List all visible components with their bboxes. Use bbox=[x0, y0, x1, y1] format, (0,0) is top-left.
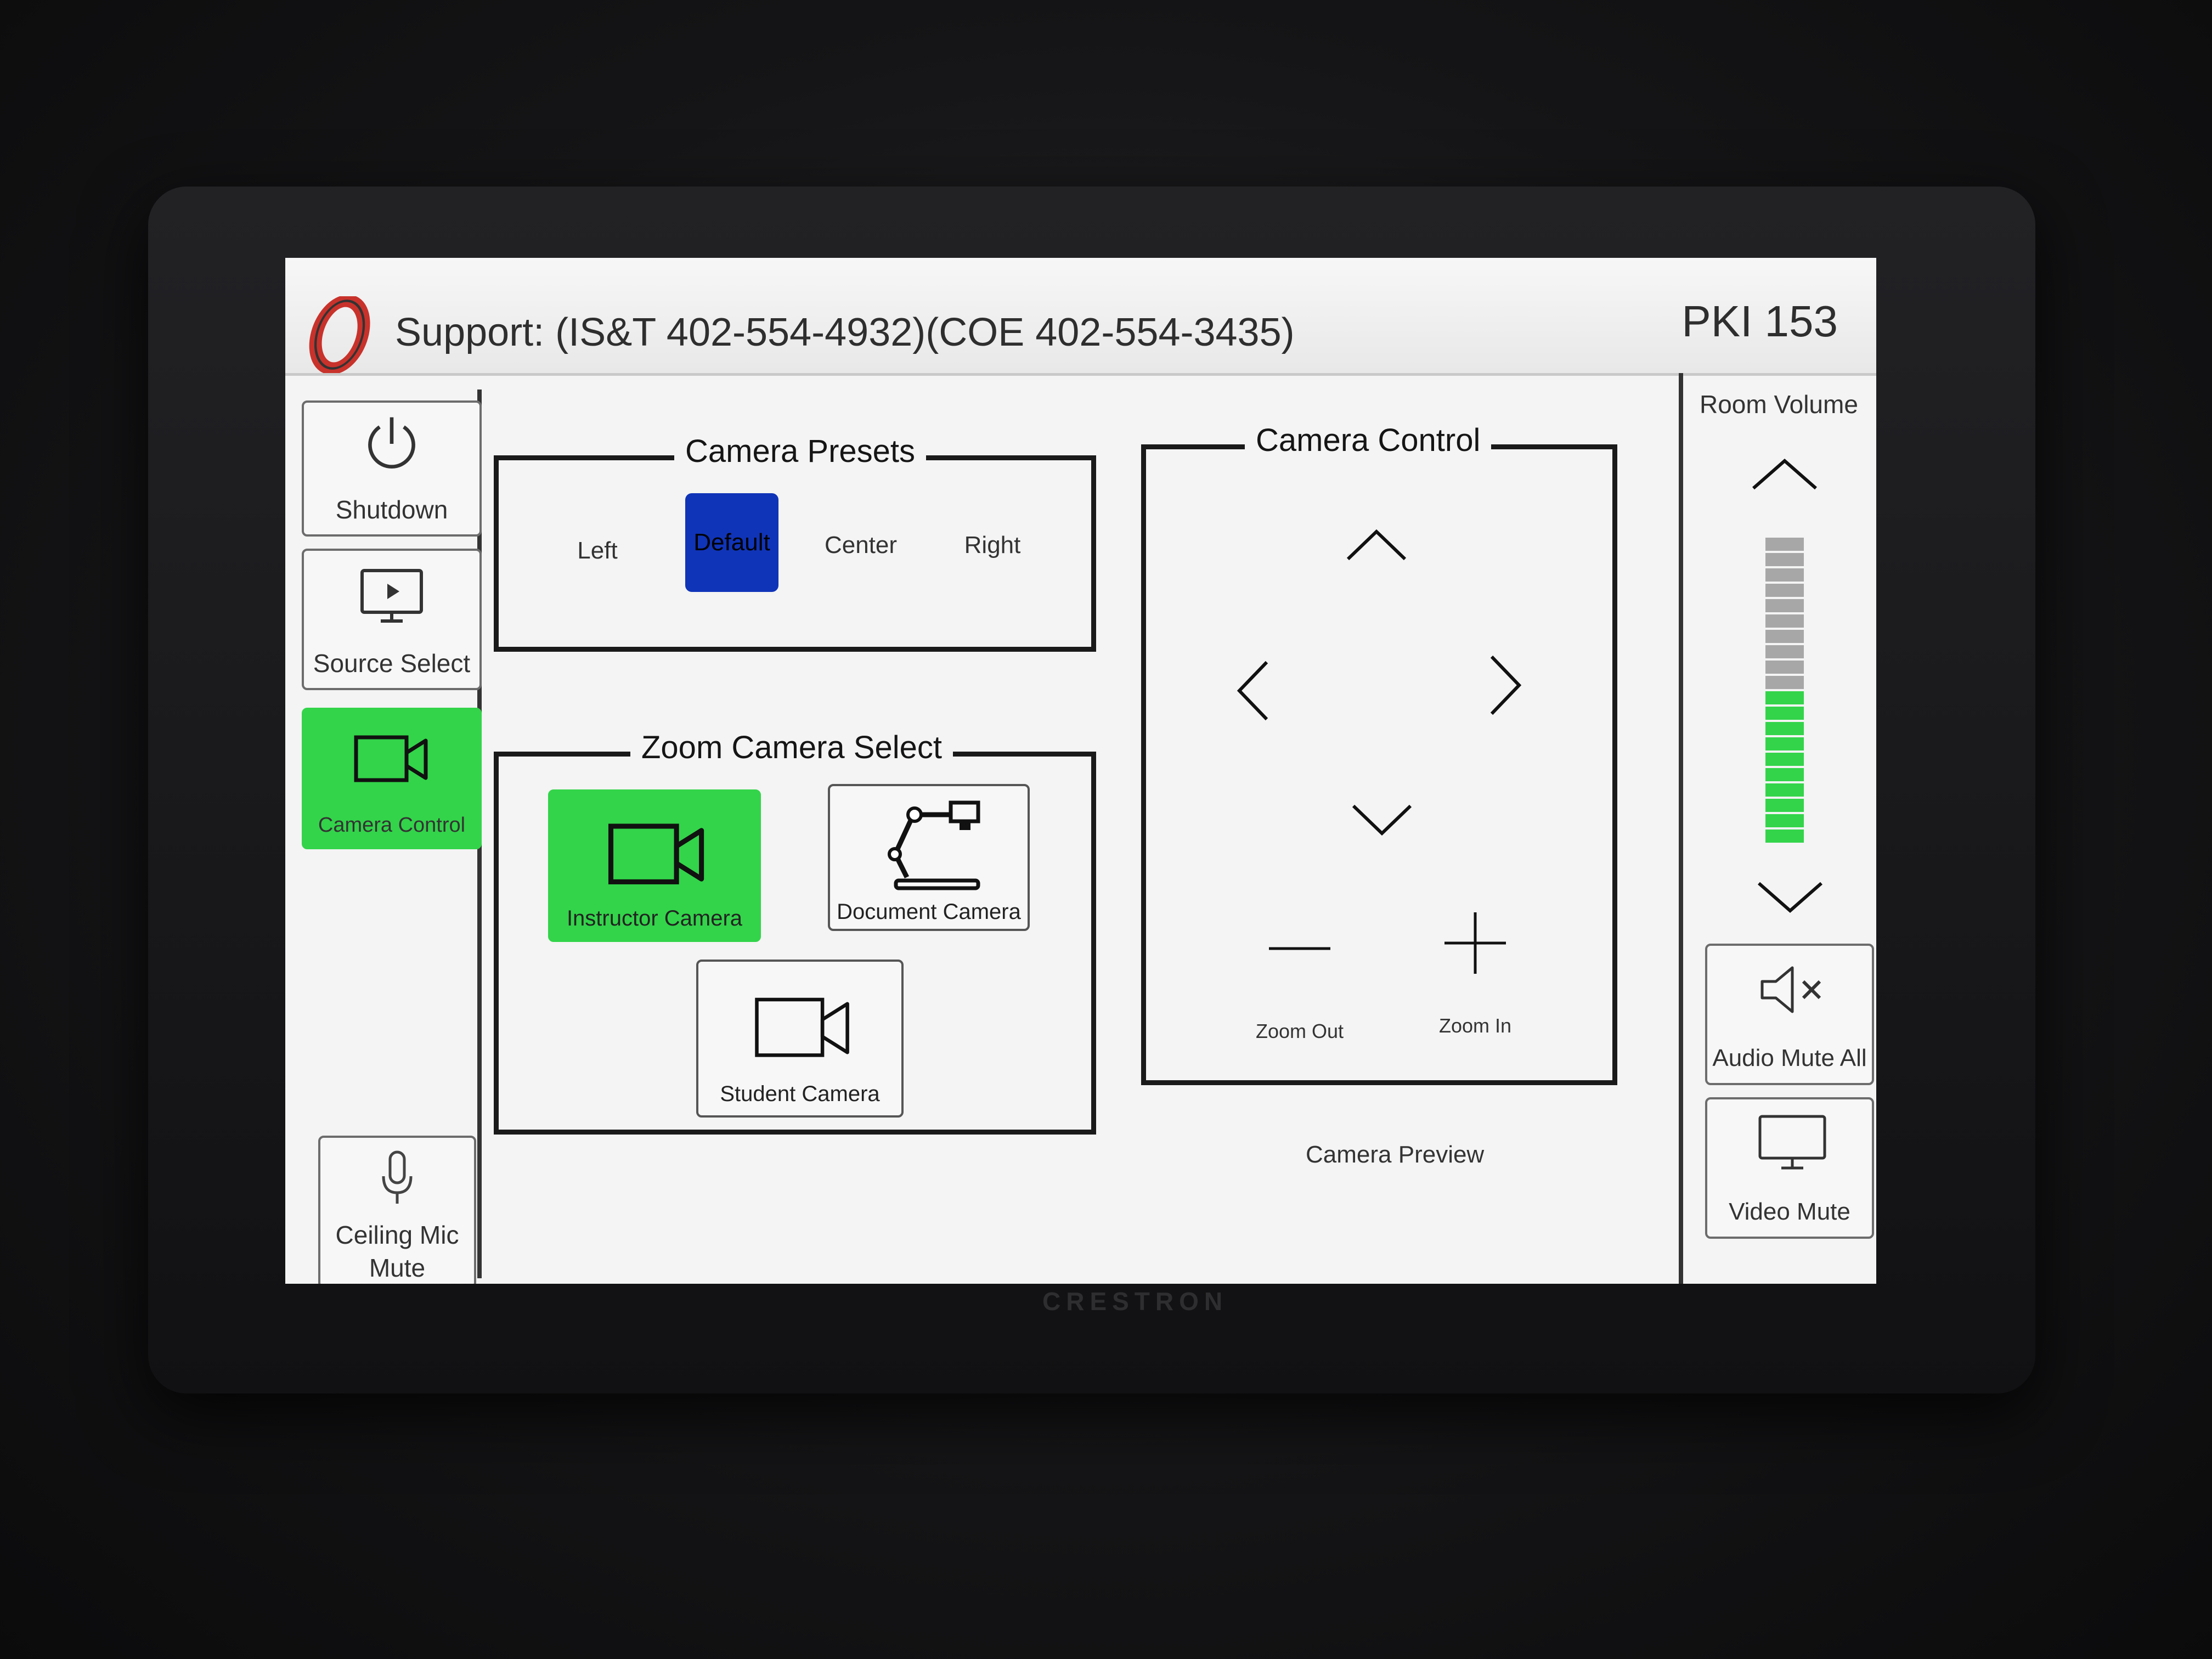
room-volume-title: Room Volume bbox=[1700, 390, 1858, 419]
preset-center-button[interactable]: Center bbox=[806, 532, 916, 559]
zoom-camera-select-title: Zoom Camera Select bbox=[630, 729, 953, 766]
camera-control-title: Camera Control bbox=[1245, 422, 1492, 459]
volume-up-button[interactable] bbox=[1749, 455, 1820, 494]
instructor-camera-button[interactable]: Instructor Camera bbox=[548, 789, 761, 942]
pan-down-button[interactable] bbox=[1349, 800, 1415, 839]
zoom-in-button[interactable] bbox=[1442, 910, 1508, 976]
touch-screen: Support: (IS&T 402-554-4932)(COE 402-554… bbox=[285, 258, 1876, 1284]
shutdown-button[interactable]: Shutdown bbox=[302, 400, 482, 537]
microphone-icon bbox=[382, 1150, 413, 1204]
power-icon bbox=[368, 417, 415, 469]
volume-segment bbox=[1765, 553, 1804, 566]
volume-segment bbox=[1765, 691, 1804, 704]
main-panel: Camera Presets Left Default Center Right… bbox=[483, 390, 1673, 1284]
volume-down-button[interactable] bbox=[1754, 878, 1826, 916]
source-select-button[interactable]: Source Select bbox=[302, 549, 482, 690]
university-logo-icon bbox=[309, 296, 370, 373]
volume-segment bbox=[1765, 783, 1804, 797]
volume-segment bbox=[1765, 630, 1804, 643]
monitor-play-icon bbox=[360, 569, 423, 623]
camera-presets-title: Camera Presets bbox=[674, 433, 927, 470]
volume-segment bbox=[1765, 830, 1804, 843]
camera-preview-label: Camera Preview bbox=[1306, 1141, 1485, 1168]
volume-segment bbox=[1765, 707, 1804, 720]
volume-segment bbox=[1765, 737, 1804, 751]
zoom-in-label: Zoom In bbox=[1438, 1014, 1512, 1037]
video-mute-label: Video Mute bbox=[1729, 1198, 1850, 1225]
camera-control-button[interactable]: Camera Control bbox=[302, 708, 482, 849]
header-bar: Support: (IS&T 402-554-4932)(COE 402-554… bbox=[285, 258, 1876, 376]
preset-default-button[interactable]: Default bbox=[685, 493, 778, 592]
support-contact-text: Support: (IS&T 402-554-4932)(COE 402-554… bbox=[395, 311, 1295, 354]
student-camera-button[interactable]: Student Camera bbox=[696, 960, 904, 1118]
speaker-mute-icon bbox=[1760, 966, 1821, 1013]
volume-segment bbox=[1765, 584, 1804, 597]
instructor-camera-label: Instructor Camera bbox=[566, 906, 743, 930]
camera-control-group: Camera Control Zoom Out Zoom In bbox=[1141, 422, 1617, 1085]
volume-segment bbox=[1765, 768, 1804, 781]
volume-segment bbox=[1765, 799, 1804, 812]
audio-mute-all-button[interactable]: Audio Mute All bbox=[1705, 944, 1874, 1085]
sidebar: Shutdown Source Select Camera Control Ce… bbox=[291, 390, 482, 1284]
volume-panel: Room Volume Audio Mute All Video Mute bbox=[1679, 373, 1876, 1284]
volume-segment bbox=[1765, 753, 1804, 766]
preset-left-button[interactable]: Left bbox=[543, 537, 652, 565]
volume-segment bbox=[1765, 722, 1804, 735]
document-camera-icon bbox=[888, 800, 980, 890]
shutdown-label: Shutdown bbox=[335, 495, 448, 524]
volume-segment bbox=[1765, 614, 1804, 628]
pan-up-button[interactable] bbox=[1344, 526, 1409, 565]
preset-right-button[interactable]: Right bbox=[938, 532, 1047, 559]
video-mute-button[interactable]: Video Mute bbox=[1705, 1097, 1874, 1239]
zoom-out-button[interactable] bbox=[1267, 943, 1333, 954]
pan-left-button[interactable] bbox=[1234, 658, 1272, 724]
zoom-out-label: Zoom Out bbox=[1255, 1020, 1344, 1042]
volume-segment bbox=[1765, 599, 1804, 612]
video-camera-icon bbox=[755, 997, 849, 1057]
source-select-label: Source Select bbox=[313, 649, 471, 678]
brand-mark: CRESTRON bbox=[1042, 1287, 1228, 1316]
video-camera-icon bbox=[608, 823, 704, 884]
zoom-camera-select-group: Zoom Camera Select Instructor Camera Doc… bbox=[494, 729, 1096, 1135]
video-camera-icon bbox=[354, 735, 428, 782]
volume-segment bbox=[1765, 676, 1804, 689]
room-name: PKI 153 bbox=[1681, 297, 1838, 346]
student-camera-label: Student Camera bbox=[720, 1082, 880, 1106]
ceiling-mic-mute-button[interactable]: Ceiling Mic Mute bbox=[318, 1136, 476, 1284]
ceiling-mic-label-line2: Mute bbox=[369, 1254, 426, 1282]
document-camera-label: Document Camera bbox=[837, 900, 1021, 924]
camera-presets-group: Camera Presets Left Default Center Right bbox=[494, 433, 1096, 652]
volume-segment bbox=[1765, 661, 1804, 674]
audio-mute-all-label: Audio Mute All bbox=[1712, 1045, 1867, 1071]
pan-right-button[interactable] bbox=[1486, 652, 1525, 718]
ceiling-mic-label-line1: Ceiling Mic bbox=[335, 1221, 459, 1249]
volume-segment bbox=[1765, 568, 1804, 582]
monitor-icon bbox=[1758, 1115, 1826, 1170]
volume-segment bbox=[1765, 645, 1804, 658]
volume-segment bbox=[1765, 538, 1804, 551]
volume-level-meter bbox=[1765, 538, 1804, 845]
camera-control-label: Camera Control bbox=[318, 814, 466, 837]
document-camera-button[interactable]: Document Camera bbox=[828, 784, 1030, 931]
volume-segment bbox=[1765, 814, 1804, 827]
